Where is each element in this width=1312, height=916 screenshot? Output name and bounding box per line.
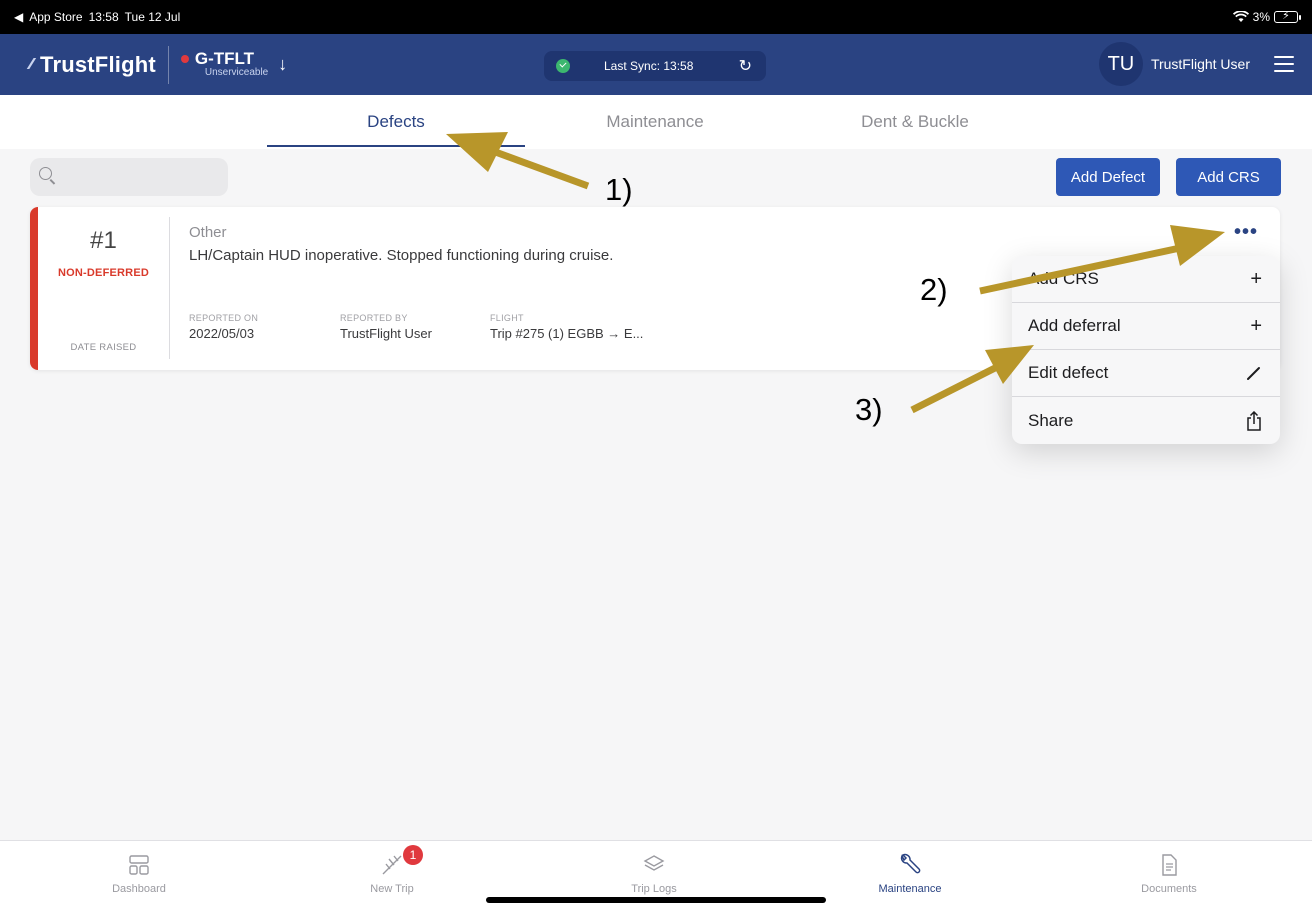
menu-item-label: Edit defect — [1028, 363, 1109, 382]
ios-status-bar: ◀ App Store 13:58 Tue 12 Jul 3% ⚡ — [0, 0, 1312, 34]
defect-category: Other — [189, 224, 227, 241]
aircraft-registration: G-TFLT — [194, 49, 255, 69]
defect-id-column: #1 NON-DEFERRED DATE RAISED — [38, 217, 170, 359]
flight-label: FLIGHT — [490, 313, 524, 323]
tab-dent-buckle[interactable]: Dent & Buckle — [786, 95, 1044, 149]
status-time: 13:58 — [88, 10, 119, 24]
trustflight-logo-icon: ⁄⁄⁄ — [30, 55, 34, 73]
date-raised-label: DATE RAISED — [70, 342, 137, 353]
documents-icon — [1162, 854, 1177, 876]
aircraft-status: Unserviceable — [204, 67, 269, 79]
menu-item-add-deferral[interactable]: Add deferral + — [1012, 303, 1280, 350]
refresh-icon[interactable]: ↻ — [739, 56, 752, 76]
nav-label: Dashboard — [112, 883, 166, 895]
hamburger-menu-icon[interactable] — [1274, 56, 1294, 72]
new-trip-icon — [382, 855, 402, 875]
user-name: TrustFlight User — [1150, 56, 1250, 72]
share-icon — [1247, 410, 1261, 431]
flight-field: FLIGHT Trip #275 (1) EGBB → E... — [490, 313, 643, 341]
back-triangle-icon[interactable]: ◀ — [14, 10, 23, 24]
user-menu[interactable]: TU TrustFlight User — [1098, 42, 1294, 86]
annotation-label-3: 3) — [855, 392, 883, 427]
home-indicator[interactable] — [486, 897, 826, 903]
menu-item-add-crs[interactable]: Add CRS + — [1012, 256, 1280, 303]
new-trip-badge: 1 — [403, 845, 423, 865]
search-icon — [39, 167, 52, 180]
down-arrow-icon: ↓ — [278, 54, 288, 74]
plus-icon: + — [1250, 267, 1262, 290]
sync-ok-icon — [556, 59, 570, 73]
more-options-icon[interactable]: ••• — [1234, 221, 1258, 244]
header-divider — [167, 45, 169, 84]
dashboard-icon — [129, 855, 149, 875]
wifi-icon — [1232, 11, 1249, 22]
defect-number: #1 — [90, 227, 117, 254]
add-defect-button[interactable]: Add Defect — [1056, 158, 1160, 196]
reported-by-label: REPORTED BY — [340, 313, 408, 323]
nav-dashboard[interactable]: Dashboard — [49, 851, 229, 895]
section-tabs: Defects Maintenance Dent & Buckle — [0, 95, 1312, 149]
menu-item-label: Add CRS — [1028, 269, 1099, 288]
sync-status: Last Sync: 13:58 ↻ — [544, 51, 766, 81]
sync-text: Last Sync: 13:58 — [604, 59, 694, 73]
defect-status-stripe — [30, 207, 38, 370]
brand-logo[interactable]: ⁄⁄⁄ TrustFlight — [30, 34, 156, 95]
defect-actions-menu: Add CRS + Add deferral + Edit defect Sha… — [1012, 256, 1280, 444]
battery-percent: 3% — [1252, 10, 1270, 24]
reported-on-label: REPORTED ON — [189, 313, 259, 323]
pencil-icon — [1247, 367, 1260, 380]
menu-item-share[interactable]: Share — [1012, 397, 1280, 444]
nav-trip-logs[interactable]: Trip Logs — [564, 851, 744, 895]
nav-label: New Trip — [370, 883, 414, 895]
nav-label: Trip Logs — [631, 883, 677, 895]
nav-label: Maintenance — [878, 883, 942, 895]
annotation-arrow-1 — [488, 146, 590, 190]
brand-name: TrustFlight — [40, 51, 156, 77]
flight-value: Trip #275 (1) EGBB → E... — [490, 326, 644, 341]
status-date: Tue 12 Jul — [124, 10, 181, 24]
aircraft-status-dot — [180, 54, 189, 63]
app-header: ⁄⁄⁄ TrustFlight G-TFLT Unserviceable ↓ L… — [0, 34, 1312, 95]
nav-maintenance[interactable]: Maintenance — [820, 851, 1000, 895]
maintenance-icon — [900, 853, 921, 874]
add-crs-button[interactable]: Add CRS — [1176, 158, 1281, 196]
trip-logs-icon — [643, 855, 665, 871]
deferral-status: NON-DEFERRED — [57, 267, 149, 279]
reported-on-field: REPORTED ON 2022/05/03 — [189, 313, 258, 341]
defect-description: LH/Captain HUD inoperative. Stopped func… — [189, 247, 614, 264]
menu-item-label: Add deferral — [1028, 316, 1121, 335]
battery-icon: ⚡ — [1274, 10, 1301, 23]
reported-by-field: REPORTED BY TrustFlight User — [340, 313, 432, 341]
reported-on-value: 2022/05/03 — [189, 326, 255, 341]
aircraft-selector[interactable]: G-TFLT Unserviceable ↓ — [180, 49, 288, 79]
nav-documents[interactable]: Documents — [1079, 851, 1259, 895]
search-input[interactable] — [30, 158, 228, 196]
menu-item-label: Share — [1028, 410, 1074, 430]
menu-item-edit-defect[interactable]: Edit defect — [1012, 350, 1280, 397]
bottom-tab-bar: Dashboard 1 New Trip Trip Logs Maintenan… — [0, 840, 1312, 916]
nav-label: Documents — [1141, 883, 1197, 895]
avatar[interactable]: TU — [1098, 42, 1143, 86]
annotation-arrow-3 — [910, 364, 997, 414]
tab-maintenance[interactable]: Maintenance — [526, 95, 784, 149]
plus-icon: + — [1250, 314, 1262, 337]
tab-defects[interactable]: Defects — [267, 95, 525, 149]
back-to-app-label[interactable]: App Store — [29, 10, 82, 24]
reported-by-value: TrustFlight User — [340, 326, 432, 341]
annotation-label-2: 2) — [920, 272, 948, 307]
nav-new-trip[interactable]: 1 New Trip — [302, 845, 482, 895]
annotation-label-1: 1) — [605, 172, 633, 207]
